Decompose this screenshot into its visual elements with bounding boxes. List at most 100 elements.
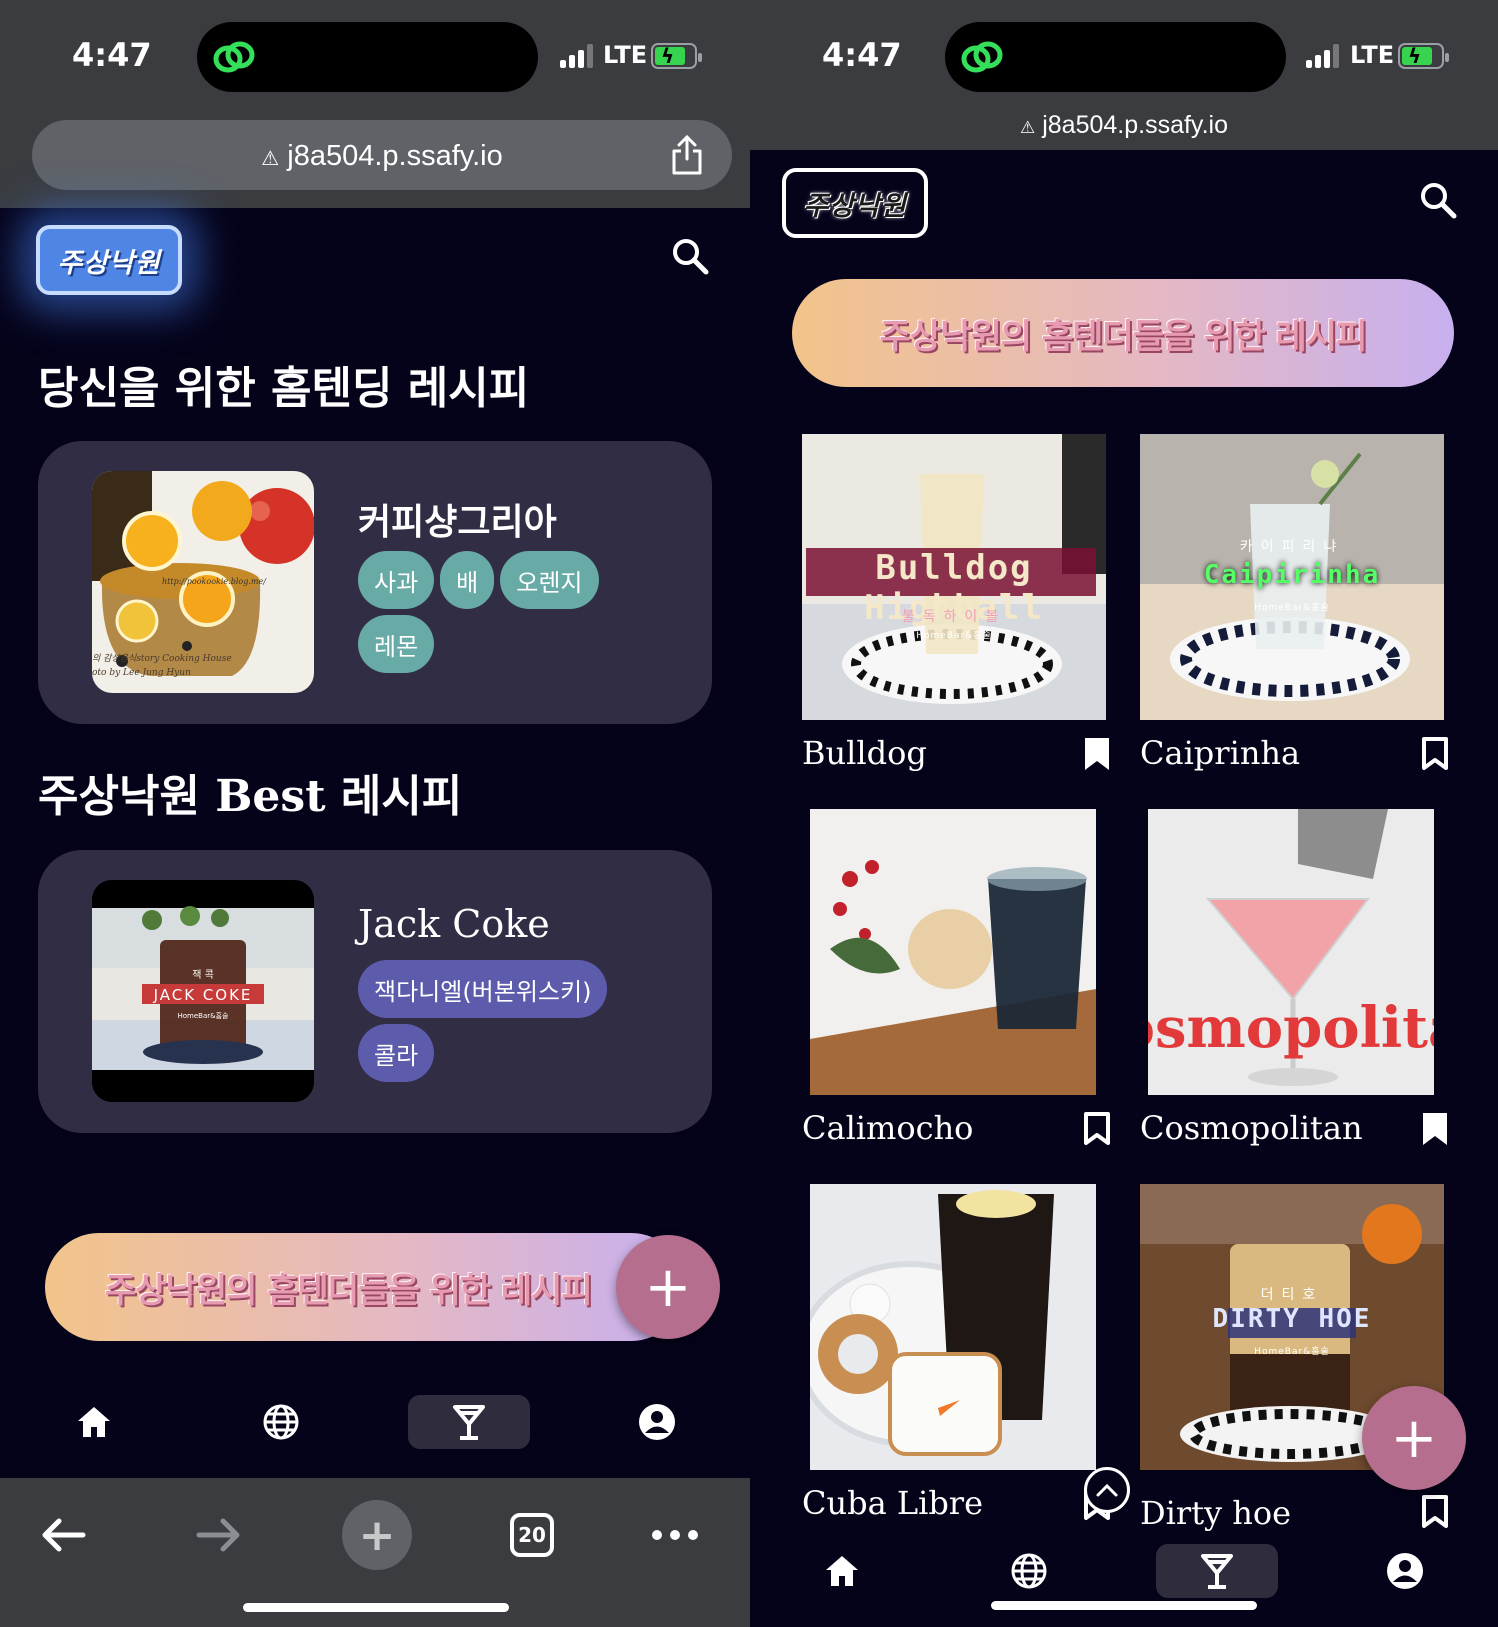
- battery-icon: ϟ: [1398, 43, 1449, 69]
- photo-caption: http://pookookie.blog.me/: [162, 577, 267, 586]
- bookmark-outline-icon[interactable]: [1082, 1111, 1112, 1147]
- home-indicator: [243, 1603, 509, 1612]
- nav-profile[interactable]: [596, 1395, 718, 1449]
- back-button[interactable]: [28, 1500, 98, 1570]
- recipe-grid-item[interactable]: 더티호 DIRTY HOE HomeBar&홈술 Dirty hoe: [1140, 1184, 1450, 1544]
- dynamic-island: [197, 22, 538, 92]
- search-icon[interactable]: [670, 236, 710, 276]
- browser-toolbar: + 20: [0, 1478, 750, 1627]
- browser-address-area: ⚠ j8a504.p.ssafy.io: [0, 108, 750, 208]
- section-title-recommend: 당신을 위한 홈텐딩 레시피: [38, 363, 530, 414]
- more-button[interactable]: [640, 1500, 710, 1570]
- tabs-button[interactable]: 20: [497, 1500, 567, 1570]
- more-icon: [652, 1530, 698, 1540]
- home-indicator: [991, 1601, 1257, 1610]
- ingredient-chip: 배: [440, 551, 495, 609]
- recipe-name: Caiprinha: [1140, 734, 1301, 772]
- share-icon[interactable]: [670, 135, 704, 175]
- bookmark-outline-icon[interactable]: [1420, 736, 1450, 772]
- cocktail-icon: [453, 1405, 485, 1440]
- recipe-photo: [810, 1184, 1096, 1470]
- link-activity-icon: [213, 41, 255, 73]
- bookmark-filled-icon[interactable]: [1082, 736, 1112, 772]
- profile-icon: [639, 1404, 675, 1440]
- photo-subtitle: 더티호: [1260, 1287, 1324, 1303]
- banner-text: 주상낙원의 홈텐더들을 위한 레시피: [105, 1270, 593, 1311]
- browser-address-compact[interactable]: ⚠ j8a504.p.ssafy.io: [750, 108, 1498, 150]
- recipe-name: Bulldog: [802, 734, 927, 772]
- recipe-name: Calimocho: [802, 1109, 974, 1147]
- ingredient-chip: 레몬: [358, 615, 435, 673]
- chevron-up-icon: [1096, 1483, 1118, 1497]
- recipe-card-best[interactable]: 잭 콕 JACK COKE HomeBar&홈술 Jack Coke 잭다니엘(…: [38, 850, 712, 1133]
- nav-explore[interactable]: [968, 1544, 1090, 1598]
- app-logo[interactable]: 주상낙원: [782, 168, 928, 238]
- recipe-card-recommend[interactable]: http://pookookie.blog.me/ 의 감성음식story Co…: [38, 441, 712, 724]
- photo-credit: oto by Lee Jung Hyun: [92, 668, 191, 678]
- photo-title: Caipirinha: [1203, 560, 1381, 590]
- nav-profile[interactable]: [1344, 1544, 1466, 1598]
- photo-title: JACK COKE: [153, 986, 253, 1004]
- nav-recipes[interactable]: [1156, 1544, 1278, 1598]
- warning-icon: ⚠: [261, 148, 280, 170]
- tab-count: 20: [510, 1513, 554, 1557]
- network-type: LTE: [1350, 41, 1395, 69]
- recipe-grid-item[interactable]: osmopolita Cosmopolitan: [1140, 809, 1450, 1169]
- status-bar: 4:47 LTE ϟ: [0, 0, 750, 108]
- recipe-name: Dirty hoe: [1140, 1494, 1292, 1532]
- bookmark-outline-icon[interactable]: [1420, 1494, 1450, 1530]
- status-bar: 4:47 LTE ϟ: [750, 0, 1498, 108]
- recipe-photo: 잭 콕 JACK COKE HomeBar&홈술: [92, 880, 314, 1102]
- photo-subtitle: 카이피리냐: [1239, 539, 1345, 555]
- add-recipe-button[interactable]: +: [1362, 1386, 1466, 1490]
- photo-subtitle: 잭 콕: [192, 969, 214, 981]
- add-recipe-button[interactable]: +: [616, 1235, 720, 1339]
- nav-recipes[interactable]: [408, 1395, 530, 1449]
- warning-icon: ⚠: [1020, 118, 1036, 137]
- recipe-name: Cuba Libre: [802, 1484, 984, 1522]
- recipe-grid-item[interactable]: Calimocho: [802, 809, 1112, 1169]
- recipe-photo: Bulldog Highball 불독하이볼 HomeBar&홈술: [802, 434, 1106, 720]
- arrow-left-icon: [42, 1518, 86, 1552]
- scroll-to-top-button[interactable]: [1084, 1467, 1130, 1513]
- phone-home-screen: 4:47 LTE ϟ ⚠ j8a504.p.ssafy.io 주상낙원 당신을 …: [0, 0, 750, 1627]
- nav-explore[interactable]: [220, 1395, 342, 1449]
- profile-icon: [1387, 1553, 1423, 1589]
- photo-title: osmopolita: [1148, 995, 1434, 1061]
- nav-home[interactable]: [781, 1544, 903, 1598]
- recipe-banner[interactable]: 주상낙원의 홈텐더들을 위한 레시피: [45, 1233, 685, 1341]
- ingredient-chip: 오렌지: [500, 551, 599, 609]
- ingredient-chip: 콜라: [358, 1024, 435, 1082]
- new-tab-button[interactable]: +: [342, 1500, 412, 1570]
- recipe-grid-item[interactable]: Bulldog Highball 불독하이볼 HomeBar&홈술 Bulldo…: [802, 434, 1112, 794]
- recipe-banner[interactable]: 주상낙원의 홈텐더들을 위한 레시피: [792, 279, 1454, 387]
- recipe-photo: http://pookookie.blog.me/ 의 감성음식story Co…: [92, 471, 314, 693]
- network-type: LTE: [603, 41, 648, 69]
- recipe-grid-item[interactable]: 카이피리냐 Caipirinha HomeBar&홈술 Caiprinha: [1140, 434, 1450, 794]
- app-logo[interactable]: 주상낙원: [36, 225, 182, 295]
- recipe-photo: osmopolita: [1148, 809, 1434, 1095]
- recipe-name: Jack Coke: [358, 902, 550, 946]
- search-icon[interactable]: [1418, 180, 1458, 220]
- photo-brand: HomeBar&홈술: [1254, 603, 1330, 613]
- banner-text: 주상낙원의 홈텐더들을 위한 레시피: [879, 316, 1368, 357]
- nav-home[interactable]: [33, 1395, 155, 1449]
- recipe-name: Cosmopolitan: [1140, 1109, 1363, 1147]
- recipe-photo: 카이피리냐 Caipirinha HomeBar&홈술: [1140, 434, 1444, 720]
- ingredient-chip: 사과: [358, 551, 435, 609]
- dynamic-island: [945, 22, 1286, 92]
- photo-brand: HomeBar&홈술: [916, 631, 992, 641]
- status-time: 4:47: [822, 36, 902, 74]
- address-bar[interactable]: ⚠ j8a504.p.ssafy.io: [32, 120, 732, 190]
- bookmark-filled-icon[interactable]: [1420, 1111, 1450, 1147]
- link-activity-icon: [961, 41, 1003, 73]
- recipe-name: 커피샹그리아: [358, 501, 557, 543]
- forward-button[interactable]: [184, 1500, 254, 1570]
- ingredient-list: 잭다니엘(버본위스키) 콜라: [358, 960, 658, 1082]
- recipe-grid-item[interactable]: Cuba Libre: [802, 1184, 1112, 1544]
- photo-brand: HomeBar&홈술: [178, 1011, 230, 1020]
- url-text: j8a504.p.ssafy.io: [287, 140, 503, 172]
- arrow-right-icon: [196, 1518, 240, 1552]
- recipe-photo: [810, 809, 1096, 1095]
- signal-strength-icon: [560, 44, 596, 68]
